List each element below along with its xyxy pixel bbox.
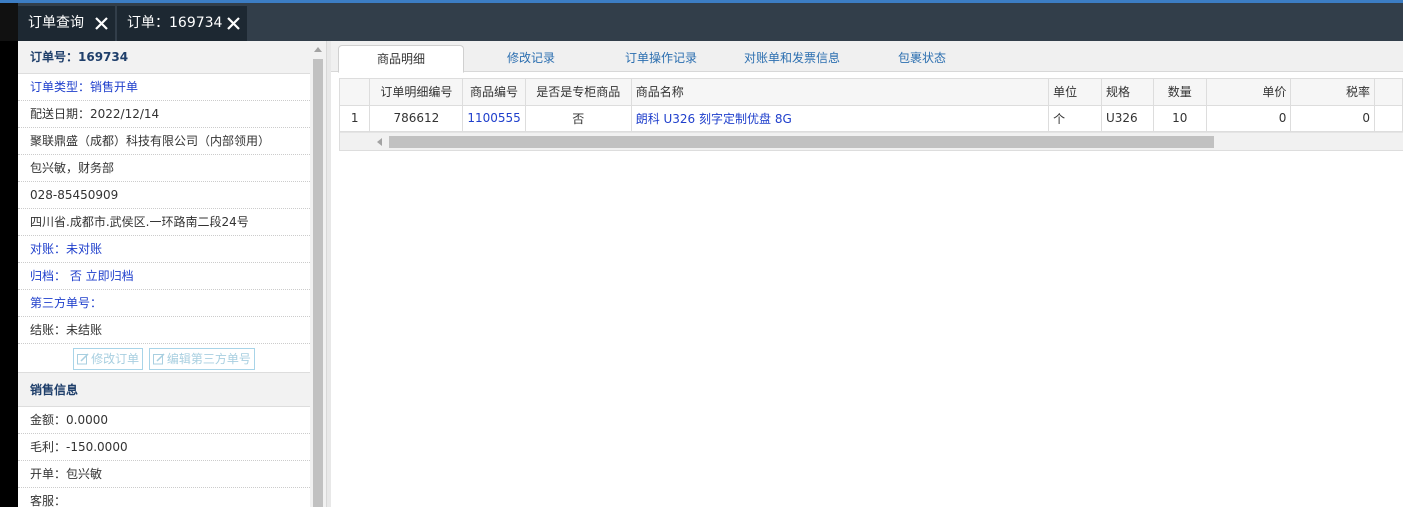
tab-package-status[interactable]: 包裹状态 <box>883 45 961 72</box>
col-header-index <box>340 79 371 106</box>
archive-status[interactable]: 归档： 否 立即归档 <box>18 263 310 290</box>
delivery-date: 配送日期：2022/12/14 <box>18 101 310 128</box>
page-tab-bar: 订单查询 订单：169734 <box>0 3 1403 41</box>
customer-service: 客服： <box>18 488 310 507</box>
modify-order-label: 修改订单 <box>91 351 140 366</box>
tab-order-detail-label: 订单：169734 <box>127 15 223 31</box>
gross-profit: 毛利：-150.0000 <box>18 434 310 461</box>
tab-order-detail[interactable]: 订单：169734 <box>117 6 247 41</box>
col-header-product-no[interactable]: 商品编号 <box>462 79 526 106</box>
left-gutter <box>0 41 18 507</box>
product-table: 订单明细编号 商品编号 是否是专柜商品 商品名称 单位 规格 数量 单价 税率 … <box>339 78 1403 151</box>
delivery-address: 四川省.成都市.武侯区.一环路南二段24号 <box>18 209 310 236</box>
contact-phone: 028-85450909 <box>18 182 310 209</box>
table-row[interactable]: 1 786612 1100555 否 朗科 U326 刻字定制优盘 8G 个 U… <box>340 105 1403 132</box>
cell-quantity: 10 <box>1153 105 1207 132</box>
order-info-panel: 订单号：169734 订单类型：销售开单 配送日期：2022/12/14 聚联鼎… <box>0 41 331 507</box>
detail-tab-bar: 商品明细 修改记录 订单操作记录 对账单和发票信息 包裹状态 <box>331 41 1403 73</box>
left-vertical-scrollbar[interactable] <box>310 41 326 507</box>
edit-third-party-label: 编辑第三方单号 <box>166 351 251 366</box>
col-header-product-name[interactable]: 商品名称 <box>631 79 1050 106</box>
scroll-thumb[interactable] <box>313 59 323 507</box>
col-header-spec[interactable]: 规格 <box>1101 79 1154 106</box>
third-party-no: 第三方单号： <box>18 290 310 317</box>
order-number: 订单号：169734 <box>18 41 310 74</box>
order-actions: 修改订单 编辑第三方单号 <box>18 344 310 373</box>
order-type: 订单类型：销售开单 <box>18 74 310 101</box>
contact-person: 包兴敏，财务部 <box>18 155 310 182</box>
col-header-quantity[interactable]: 数量 <box>1153 79 1207 106</box>
tab-bar-left-strip <box>0 3 18 41</box>
sales-info-title: 销售信息 <box>18 373 310 407</box>
cell-spec: U326 <box>1101 105 1154 132</box>
scroll-thumb[interactable] <box>389 136 1214 148</box>
edit-third-party-button[interactable]: 编辑第三方单号 <box>148 347 255 371</box>
table-header-row: 订单明细编号 商品编号 是否是专柜商品 商品名称 单位 规格 数量 单价 税率 <box>340 79 1403 106</box>
issuer: 开单：包兴敏 <box>18 461 310 488</box>
cell-overflow <box>1374 105 1403 132</box>
tab-statement-invoice[interactable]: 对账单和发票信息 <box>729 45 855 72</box>
cell-tax-rate: 0 <box>1290 105 1376 132</box>
col-header-overflow <box>1374 79 1403 106</box>
customer-company: 聚联鼎盛（成都）科技有限公司（内部领用） <box>18 128 310 155</box>
cell-detail-no: 786612 <box>369 105 464 132</box>
col-header-unit[interactable]: 单位 <box>1048 79 1102 106</box>
scroll-left-icon[interactable] <box>377 138 382 146</box>
modify-order-button[interactable]: 修改订单 <box>73 347 144 371</box>
settle-status: 结账：未结账 <box>18 317 310 344</box>
cell-index: 1 <box>340 105 371 132</box>
col-header-counter-product[interactable]: 是否是专柜商品 <box>525 79 632 106</box>
cell-product-name-link[interactable]: 朗科 U326 刻字定制优盘 8G <box>631 105 1050 132</box>
col-header-detail-no[interactable]: 订单明细编号 <box>369 79 464 106</box>
tab-order-query-label: 订单查询 <box>28 15 84 31</box>
tab-operation-log[interactable]: 订单操作记录 <box>611 45 711 72</box>
cell-unit-price: 0 <box>1206 105 1292 132</box>
edit-icon <box>152 351 165 371</box>
edit-icon <box>77 351 89 371</box>
close-icon[interactable] <box>227 6 240 30</box>
col-header-tax-rate[interactable]: 税率 <box>1290 79 1376 106</box>
reconcile-status[interactable]: 对账：未对账 <box>18 236 310 263</box>
close-icon[interactable] <box>95 6 108 30</box>
tab-modify-log[interactable]: 修改记录 <box>481 45 581 72</box>
tab-product-details[interactable]: 商品明细 <box>338 45 464 73</box>
sales-amount: 金额：0.0000 <box>18 407 310 434</box>
cell-counter-product: 否 <box>525 105 632 132</box>
order-info-list: 订单号：169734 订单类型：销售开单 配送日期：2022/12/14 聚联鼎… <box>18 41 310 507</box>
col-header-unit-price[interactable]: 单价 <box>1206 79 1292 106</box>
table-horizontal-scrollbar[interactable] <box>340 132 1403 150</box>
order-detail-panel: 商品明细 修改记录 订单操作记录 对账单和发票信息 包裹状态 订单明细编号 商品… <box>331 41 1403 507</box>
scroll-up-icon[interactable] <box>314 47 322 52</box>
cell-unit: 个 <box>1048 105 1102 132</box>
cell-product-no-link[interactable]: 1100555 <box>462 105 526 132</box>
tab-order-query[interactable]: 订单查询 <box>18 6 115 41</box>
